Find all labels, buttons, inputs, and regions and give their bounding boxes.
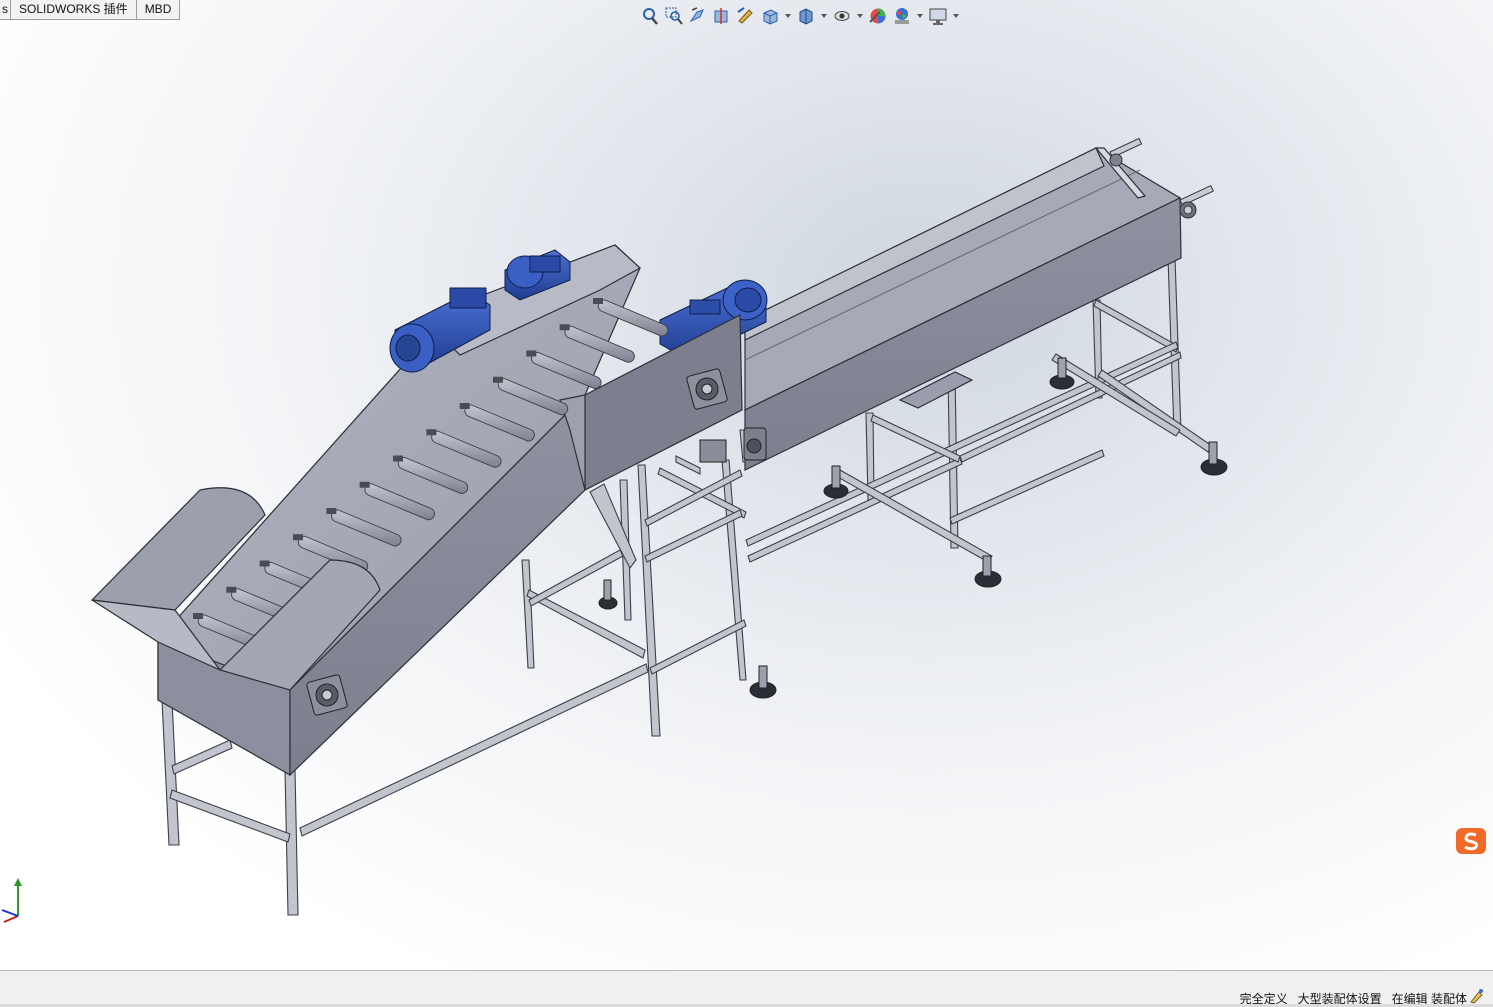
zoom-to-area-button[interactable] bbox=[664, 5, 684, 27]
dropdown-arrow-icon[interactable] bbox=[856, 5, 864, 27]
view-settings-button[interactable] bbox=[928, 5, 948, 27]
apply-scene-icon bbox=[895, 8, 909, 24]
hide-show-items-icon bbox=[834, 11, 850, 21]
display-style-icon bbox=[799, 8, 813, 25]
command-tab[interactable]: MBD bbox=[136, 0, 181, 20]
view-settings-icon bbox=[929, 8, 947, 25]
command-tab[interactable]: s bbox=[0, 0, 11, 20]
previous-view-button[interactable] bbox=[688, 5, 708, 27]
dropdown-arrow-icon[interactable] bbox=[952, 5, 960, 27]
zoom-to-fit-button[interactable] bbox=[640, 5, 660, 27]
section-view-icon bbox=[714, 8, 728, 24]
previous-view-icon bbox=[689, 7, 704, 23]
sogou-ime-logo[interactable] bbox=[1455, 826, 1487, 856]
command-manager-tabs: s SOLIDWORKS 插件 MBD bbox=[0, 0, 181, 21]
dynamic-annotation-icon bbox=[737, 7, 753, 24]
view-orientation-icon bbox=[763, 9, 778, 25]
dynamic-annotation-button[interactable] bbox=[736, 5, 756, 27]
dropdown-arrow-icon[interactable] bbox=[820, 5, 828, 27]
section-view-button[interactable] bbox=[712, 5, 732, 27]
display-style-button[interactable] bbox=[796, 5, 816, 27]
hide-show-items-button[interactable] bbox=[832, 5, 852, 27]
zoom-to-fit-icon bbox=[643, 8, 658, 25]
edit-appearance-button[interactable] bbox=[868, 5, 888, 27]
reference-triad bbox=[1, 878, 22, 923]
quick-tips-icon[interactable] bbox=[1469, 988, 1485, 1004]
zoom-to-area-icon bbox=[665, 7, 683, 25]
horizontal-conveyor-trough bbox=[744, 147, 1182, 471]
edit-appearance-icon bbox=[869, 8, 886, 24]
conveyor-assembly-model[interactable] bbox=[0, 0, 1493, 970]
dropdown-arrow-icon[interactable] bbox=[784, 5, 792, 27]
view-orientation-button[interactable] bbox=[760, 5, 780, 27]
status-bar: 完全定义 大型装配体设置 在编辑 装配体 bbox=[0, 970, 1493, 1007]
command-tab[interactable]: SOLIDWORKS 插件 bbox=[11, 0, 137, 20]
dropdown-arrow-icon[interactable] bbox=[916, 5, 924, 27]
heads-up-view-toolbar bbox=[640, 4, 960, 28]
graphics-area[interactable]: s SOLIDWORKS 插件 MBD bbox=[0, 0, 1493, 970]
apply-scene-button[interactable] bbox=[892, 5, 912, 27]
